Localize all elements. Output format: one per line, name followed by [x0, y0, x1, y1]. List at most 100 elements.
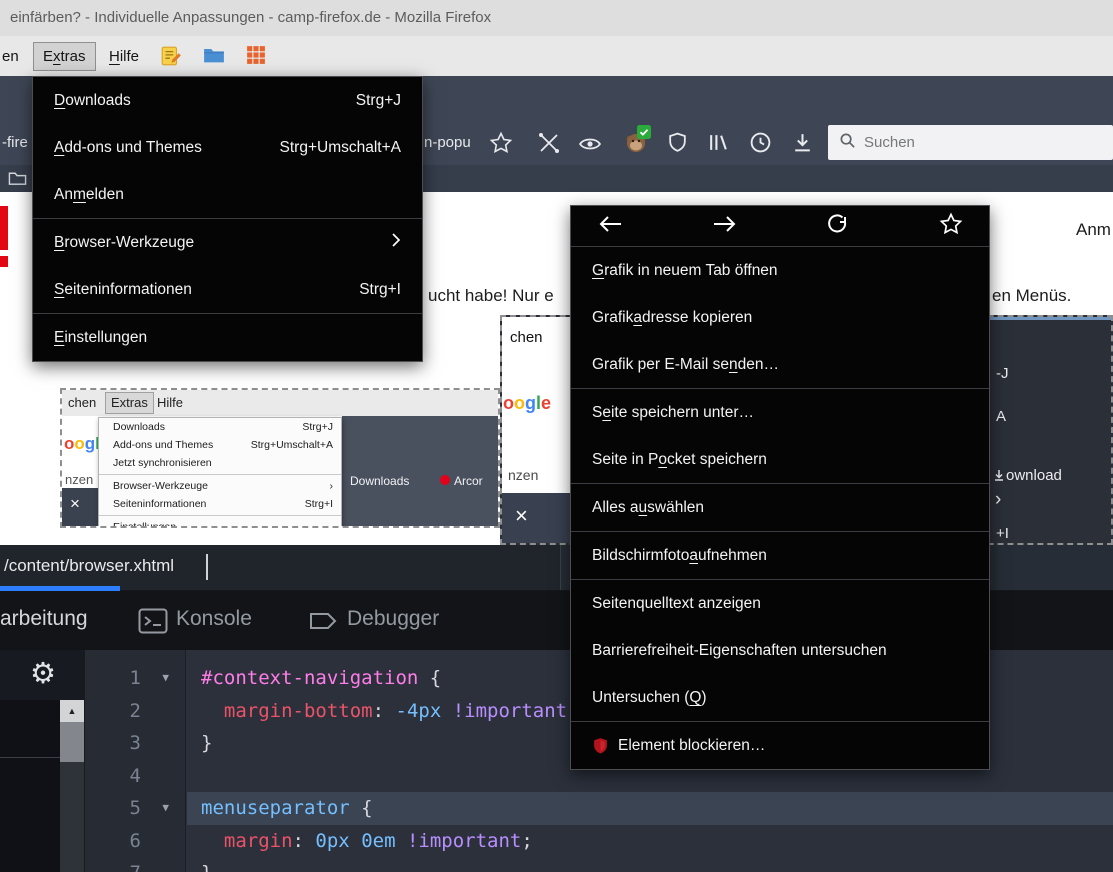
gutter-row: 7▼ [85, 857, 185, 872]
fold-arrow-icon[interactable]: ▼ [162, 662, 169, 695]
tab-debugger[interactable]: Debugger [347, 607, 439, 631]
scrollbar-thumb[interactable] [60, 722, 84, 762]
tab-style-editor[interactable]: arbeitung [0, 607, 88, 631]
context-item-take-screenshot[interactable]: Bildschirmfoto aufnehmen [571, 532, 989, 579]
image1-menu-item: Jetzt synchronisieren [99, 454, 341, 472]
gutter-row: 6▼ [85, 825, 185, 858]
menu-item-seiteninformationen[interactable]: Seiteninformationen Strg+I [33, 266, 422, 313]
fold-arrow-icon[interactable]: ▼ [162, 792, 169, 825]
line-number: 4 [130, 760, 141, 793]
downloads-icon[interactable] [791, 131, 815, 155]
extension-shield-icon[interactable] [666, 131, 690, 155]
folder-bookmark-icon[interactable] [203, 45, 225, 67]
gear-icon[interactable]: ⚙ [30, 660, 56, 689]
image1-menu-item: Add-ons und ThemesStrg+Umschalt+A [99, 436, 341, 454]
extension-eye-icon[interactable] [578, 131, 602, 155]
context-menu-nav-row [571, 206, 989, 247]
context-item-save-to-pocket[interactable]: Seite in Pocket speichern [571, 436, 989, 483]
forum-logo-fragment [0, 206, 8, 250]
akey: H [109, 48, 120, 65]
extension-badge-icon[interactable] [637, 125, 651, 139]
tab-console[interactable]: Konsole [176, 607, 252, 631]
image2-text-fragment: nzen [508, 467, 538, 483]
note-bookmark-icon[interactable] [160, 45, 182, 67]
scroll-up-button[interactable]: ▲ [60, 700, 84, 722]
menu-item-label: Seite speichern unter… [592, 404, 754, 422]
context-item-select-all[interactable]: Alles auswählen [571, 484, 989, 531]
akey-post: ilfe [120, 48, 139, 65]
urlbar-text-left[interactable]: -fire [2, 134, 28, 151]
context-item-accessibility[interactable]: Barrierefreiheit-Eigenschaften untersuch… [571, 627, 989, 674]
library-icon[interactable] [707, 131, 731, 155]
context-item-open-image-new-tab[interactable]: Grafik in neuem Tab öffnen [571, 247, 989, 294]
menu-item-label: Browser-Werkzeuge [54, 234, 194, 252]
menu-item-label: Seiteninformationen [54, 281, 192, 299]
menu-item-shortcut: Strg+I [359, 281, 401, 299]
grid-bookmark-icon[interactable] [246, 45, 268, 67]
pane-divider [0, 757, 60, 758]
menu-item-downloads[interactable]: DownloadsStrg+J [33, 77, 422, 124]
gutter-row: 4▼ [85, 760, 185, 793]
image1-menu-partial: chen [68, 393, 96, 413]
scrollbar[interactable]: ▲ [60, 700, 84, 872]
menu-item-label: Grafik per E-Mail senden… [592, 356, 779, 374]
menu-item-label: Bildschirmfoto aufnehmen [592, 547, 767, 565]
menu-item-einstellungen[interactable]: Einstellungen [33, 314, 422, 361]
line-number: 7 [130, 857, 141, 872]
reload-icon[interactable] [826, 212, 850, 241]
menu-item-label: Untersuchen (Q) [592, 689, 707, 707]
image1-menu-item: Browser-Werkzeuge› [99, 477, 341, 495]
post-image-old-menu[interactable]: chen Extras Hilfe oogl nzen × Downloads … [60, 388, 500, 528]
image1-close-icon: × [70, 494, 80, 514]
search-input[interactable]: Suchen [828, 125, 1113, 160]
menu-item-browser-werkzeuge[interactable]: Browser-Werkzeuge [33, 219, 422, 266]
context-item-copy-image-address[interactable]: Grafikadresse kopieren [571, 294, 989, 341]
forum-logo-fragment-dot [0, 256, 8, 267]
code-line: margin: 0px 0em !important; [187, 825, 1113, 858]
image2-text-fragment: chen [510, 329, 543, 346]
image1-menu-separator [99, 515, 341, 516]
image2-download-fragment: ownload [992, 467, 1062, 484]
context-item-view-source[interactable]: Seitenquelltext anzeigen [571, 580, 989, 627]
menu-hilfe[interactable]: Hilfe [100, 43, 148, 70]
menu-item-label: Element blockieren… [592, 737, 765, 755]
context-item-email-image[interactable]: Grafik per E-Mail senden… [571, 341, 989, 388]
image1-text-fragment: nzen [65, 472, 93, 487]
menu-item-addons[interactable]: Add-ons und ThemesStrg+Umschalt+A [33, 124, 422, 171]
back-icon[interactable] [597, 213, 623, 240]
image1-arcor-label: Arcor [454, 474, 483, 488]
context-item-inspect[interactable]: Untersuchen (Q) [571, 674, 989, 721]
context-item-block-element[interactable]: Element blockieren… [571, 722, 989, 769]
urlbar-text-right[interactable]: n-popu [424, 134, 471, 151]
akey-pre: E [43, 48, 53, 65]
screen: einfärben? - Individuelle Anpassungen - … [0, 0, 1113, 872]
image2-shortcut-fragment: A [996, 408, 1006, 425]
submenu-arrow-icon [391, 232, 401, 253]
code-line: } [187, 857, 1113, 872]
context-menu: Grafik in neuem Tab öffnen Grafikadresse… [570, 205, 990, 770]
extension-tools-icon[interactable] [537, 131, 561, 155]
image2-dark-band: × [502, 493, 572, 545]
history-clock-icon[interactable] [749, 131, 773, 155]
bookmark-folder-icon[interactable] [8, 170, 27, 191]
bookmark-star-icon[interactable] [489, 131, 513, 155]
menu-item-label: Seitenquelltext anzeigen [592, 595, 761, 613]
image1-background-right: Downloads Arcor [342, 416, 498, 528]
devtools-file-tab[interactable]: /content/browser.xhtml [4, 556, 174, 576]
window-title: einfärben? - Individuelle Anpassungen - … [10, 9, 491, 26]
window-titlebar[interactable]: einfärben? - Individuelle Anpassungen - … [0, 0, 1113, 36]
anmelden-link-partial[interactable]: Anm [1076, 220, 1111, 240]
context-item-save-page-as[interactable]: Seite speichern unter… [571, 389, 989, 436]
menu-partial[interactable]: en [0, 43, 21, 70]
image1-dark-band: × [62, 488, 98, 528]
forward-icon[interactable] [712, 213, 738, 240]
debugger-icon[interactable] [308, 608, 338, 634]
menu-item-anmelden[interactable]: Anmelden [33, 171, 422, 218]
menu-item-label: Barrierefreiheit-Eigenschaften untersuch… [592, 642, 887, 660]
menu-extras[interactable]: Extras [34, 43, 95, 70]
bookmark-star-icon[interactable] [939, 212, 963, 241]
post-text-right: en Menüs. [992, 286, 1071, 306]
console-icon[interactable] [138, 608, 168, 634]
image1-arcor-logo [440, 475, 450, 485]
image1-google-logo-fragment: oogl [64, 434, 100, 454]
